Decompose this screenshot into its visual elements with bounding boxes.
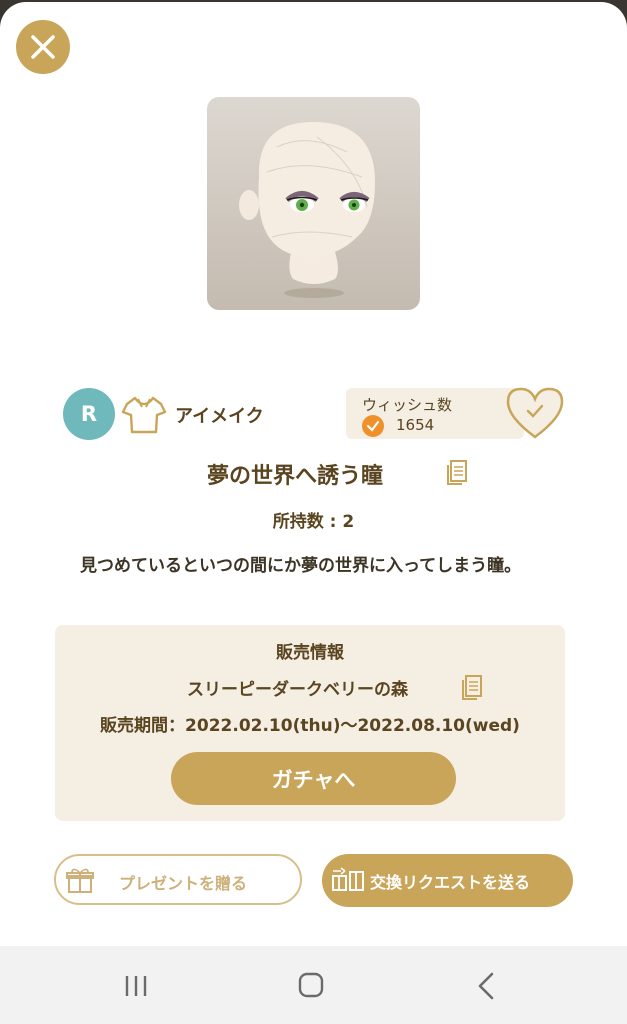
heart-check-icon[interactable] — [504, 384, 566, 442]
home-icon[interactable] — [291, 968, 331, 1004]
back-icon[interactable] — [466, 968, 506, 1004]
owned-count: 所持数 : 2 — [272, 512, 355, 532]
rarity-badge: R — [63, 388, 115, 440]
trade-request-label: 交換リクエストを送る — [370, 873, 531, 892]
sale-period: 販売期間：2022.02.10(thu)〜2022.08.10(wed) — [100, 716, 520, 736]
sale-info-panel: 販売情報 スリーピーダークベリーの森 販売期間：2022.02.10(thu)〜… — [55, 625, 565, 821]
flame-icon — [362, 415, 384, 437]
wish-count-panel: ウィッシュ数 1654 — [346, 388, 524, 439]
exchange-gift-icon — [332, 867, 364, 891]
sale-info-title: 販売情報 — [276, 643, 344, 663]
category-label: アイメイク — [175, 406, 264, 427]
copy-shop-icon[interactable] — [461, 674, 483, 701]
item-detail-card: R アイメイク ウィッシュ数 1654 夢の世界へ誘う瞳 所持数 : 2 見つめ… — [0, 2, 627, 946]
trade-request-button[interactable]: 交換リクエストを送る — [322, 854, 573, 907]
item-description: 見つめているといつの間にか夢の世界に入ってしまう瞳。 — [80, 556, 522, 576]
close-button[interactable] — [16, 20, 70, 74]
present-button[interactable]: プレゼントを贈る — [54, 854, 302, 905]
close-icon — [31, 35, 55, 59]
gift-icon — [66, 868, 94, 893]
present-label: プレゼントを贈る — [119, 874, 248, 893]
item-image — [207, 97, 420, 310]
copy-title-icon[interactable] — [446, 459, 468, 486]
shirt-icon — [121, 396, 167, 434]
system-navigation-bar — [0, 946, 627, 1024]
recent-apps-icon[interactable] — [116, 968, 156, 1004]
item-title: 夢の世界へ誘う瞳 — [207, 464, 384, 489]
sale-shop-name[interactable]: スリーピーダークベリーの森 — [187, 675, 408, 700]
wish-count: 1654 — [396, 416, 435, 434]
gacha-button[interactable]: ガチャへ — [171, 752, 456, 805]
wish-label: ウィッシュ数 — [362, 396, 453, 414]
